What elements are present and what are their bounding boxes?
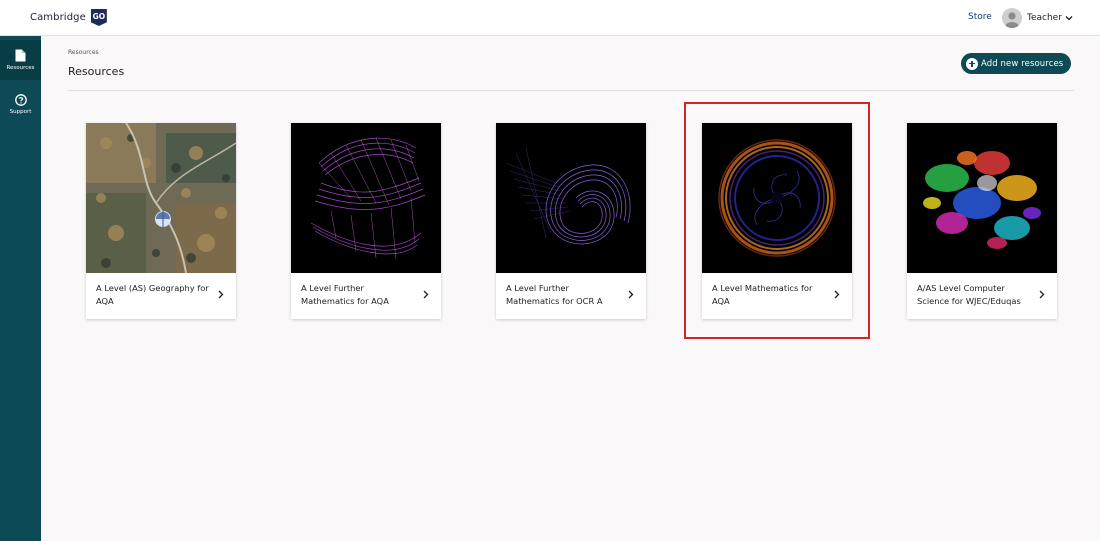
card-title: A Level Further Mathematics for OCR A — [506, 283, 603, 306]
cambridge-go-logo[interactable]: Cambridge GO — [30, 9, 107, 26]
user-avatar-icon — [1002, 8, 1022, 28]
aerial-landscape-image — [86, 123, 236, 273]
resource-card-maths-aqa[interactable]: A Level Mathematics for AQA — [702, 123, 852, 319]
sidebar: Resources Support — [0, 36, 41, 541]
resource-card-geography-aqa[interactable]: A Level (AS) Geography for AQA — [86, 123, 236, 319]
user-menu[interactable]: Teacher — [1002, 8, 1073, 28]
page-title: Resources — [68, 65, 125, 78]
orange-blue-ring-image — [702, 123, 852, 273]
top-bar: Cambridge GO Store Teacher — [0, 0, 1100, 36]
resource-card-further-maths-aqa[interactable]: A Level Further Mathematics for AQA — [291, 123, 441, 319]
chevron-right-icon — [1039, 290, 1045, 299]
avatar — [1002, 8, 1022, 28]
card-title: A/AS Level Computer Science for WJEC/Edu… — [917, 283, 1021, 306]
add-new-resources-button[interactable]: Add new resources — [961, 53, 1071, 74]
document-icon — [15, 49, 26, 62]
purple-spiral-image — [496, 123, 646, 273]
help-circle-icon — [14, 93, 27, 106]
purple-string-art-image — [291, 123, 441, 273]
store-link[interactable]: Store — [968, 12, 992, 22]
colourful-paint-splash-image — [907, 123, 1057, 273]
card-title: A Level Mathematics for AQA — [712, 283, 813, 306]
breadcrumb[interactable]: Resources — [68, 49, 99, 56]
sidebar-item-support[interactable]: Support — [0, 84, 41, 124]
header-divider — [68, 90, 1074, 91]
logo-text: Cambridge — [30, 12, 86, 23]
add-button-label: Add new resources — [981, 58, 1064, 69]
chevron-right-icon — [628, 290, 634, 299]
card-title: A Level Further Mathematics for AQA — [301, 283, 389, 306]
resource-card-computer-science-wjec[interactable]: A/AS Level Computer Science for WJEC/Edu… — [907, 123, 1057, 319]
chevron-right-icon — [218, 290, 224, 299]
user-role-label: Teacher — [1027, 13, 1062, 23]
plus-circle-icon — [966, 57, 978, 70]
chevron-right-icon — [423, 290, 429, 299]
sidebar-item-label: Support — [9, 108, 32, 115]
sidebar-item-label: Resources — [6, 65, 35, 71]
sidebar-item-resources[interactable]: Resources — [0, 40, 41, 80]
chevron-right-icon — [834, 290, 840, 299]
logo-badge: GO — [90, 9, 107, 26]
chevron-down-icon — [1065, 16, 1073, 21]
card-title: A Level (AS) Geography for AQA — [96, 283, 209, 306]
resource-card-further-maths-ocr-a[interactable]: A Level Further Mathematics for OCR A — [496, 123, 646, 319]
